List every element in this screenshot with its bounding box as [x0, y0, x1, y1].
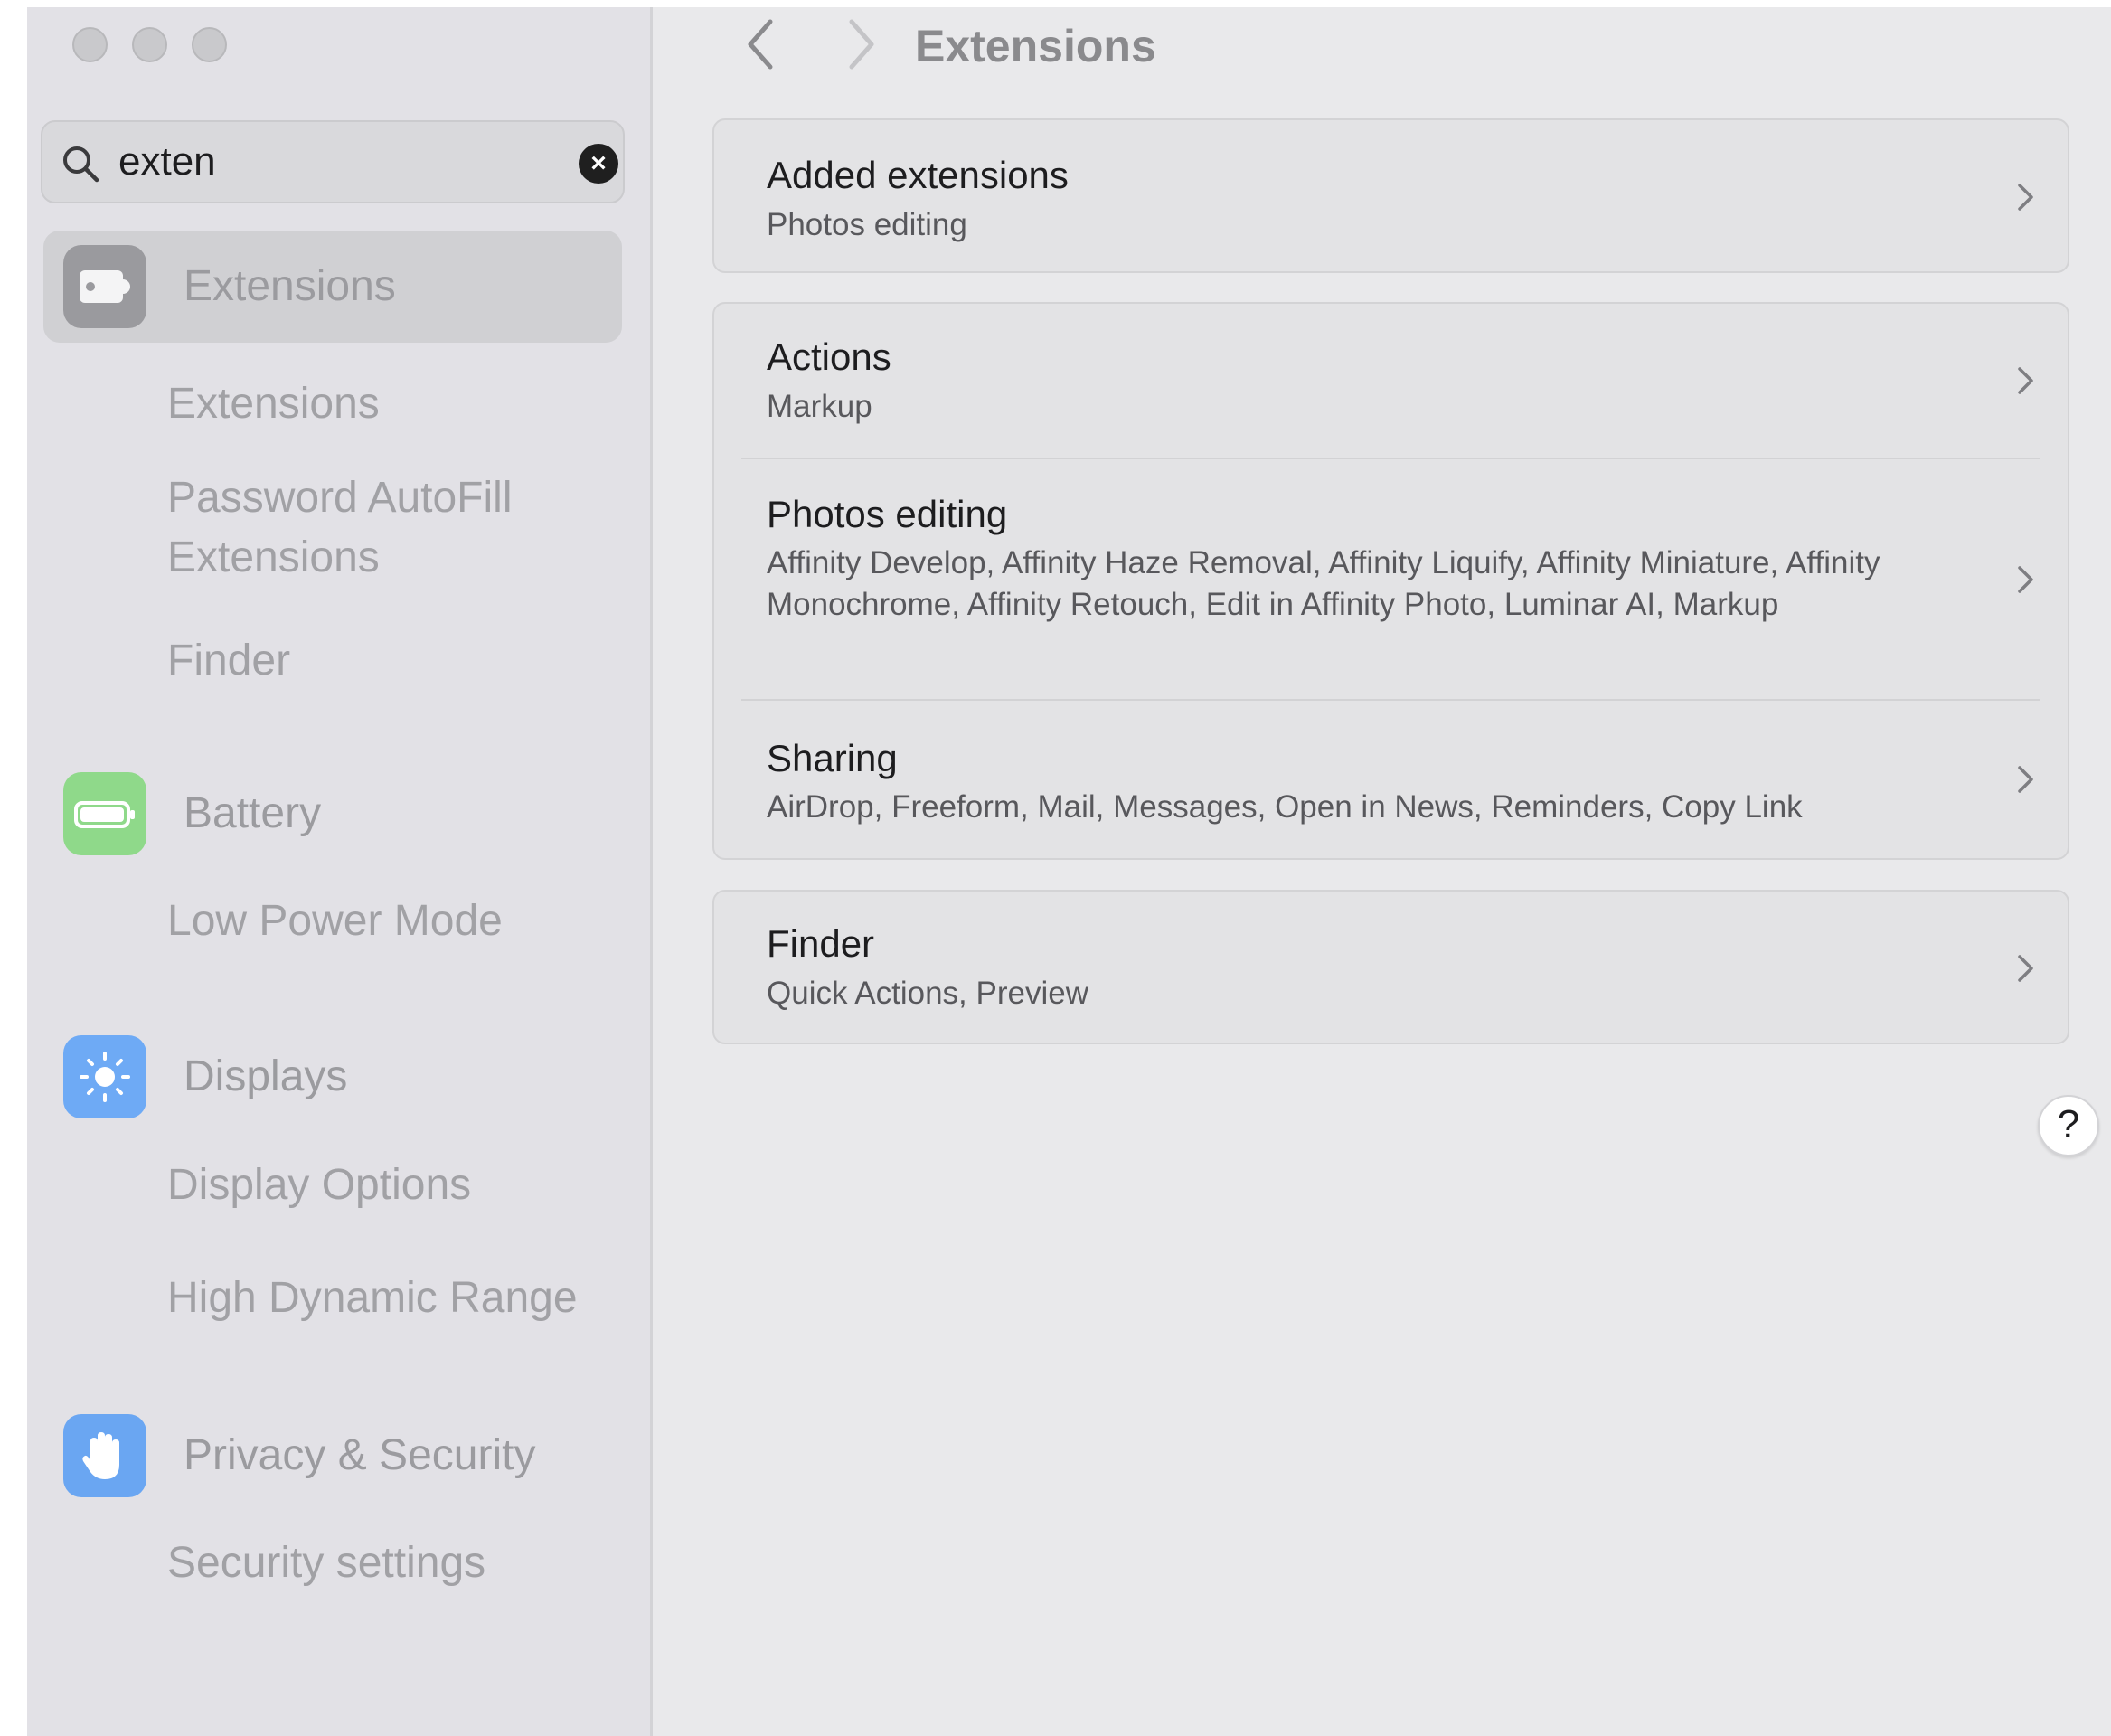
forward-button[interactable]: [834, 13, 888, 76]
sidebar-subitem-security-settings[interactable]: Security settings: [167, 1533, 628, 1593]
battery-icon: [63, 772, 146, 855]
row-title: Sharing: [767, 737, 898, 779]
sidebar-subitem-password-autofill-extensions[interactable]: Password AutoFill Extensions: [167, 468, 628, 588]
sidebar-item-label: Battery: [184, 789, 322, 837]
row-subtitle: Quick Actions, Preview: [767, 976, 1088, 1011]
chevron-right-icon: [2012, 358, 2039, 403]
chevron-right-icon: [2012, 946, 2039, 991]
chevron-left-icon: [748, 19, 773, 70]
sidebar-item-battery[interactable]: Battery: [43, 758, 622, 870]
row-title: Actions: [767, 335, 891, 378]
sidebar-subitem-high-dynamic-range[interactable]: High Dynamic Range: [167, 1269, 628, 1328]
chevron-right-icon: [2012, 175, 2039, 220]
row-title: Finder: [767, 922, 875, 965]
minimize-window-button[interactable]: [132, 27, 167, 62]
added-extensions-card: Added extensions Photos editing: [712, 118, 2069, 273]
chevron-right-icon: [2012, 757, 2039, 802]
row-subtitle: Photos editing: [767, 207, 967, 242]
row-subtitle: Markup: [767, 389, 872, 424]
zoom-window-button[interactable]: [192, 27, 227, 62]
sidebar-subitem-low-power-mode[interactable]: Low Power Mode: [167, 892, 628, 951]
clear-search-icon[interactable]: ×: [579, 144, 618, 184]
row-actions[interactable]: Actions Markup: [714, 304, 2068, 459]
sun-icon: [63, 1035, 146, 1118]
settings-window: × Extensions Extensions Password AutoFil…: [27, 7, 2111, 1736]
chevron-right-icon: [2012, 557, 2039, 602]
row-subtitle: AirDrop, Freeform, Mail, Messages, Open …: [767, 789, 1803, 825]
sidebar-item-label: Extensions: [184, 262, 396, 310]
row-title: Added extensions: [767, 154, 1069, 196]
hand-icon: [63, 1414, 146, 1497]
sidebar-item-extensions[interactable]: Extensions: [43, 231, 622, 343]
search-icon: [63, 146, 99, 183]
finder-card: Finder Quick Actions, Preview: [712, 890, 2069, 1044]
row-subtitle: Affinity Develop, Affinity Haze Removal,…: [767, 545, 1880, 622]
sidebar-item-privacy-security[interactable]: Privacy & Security: [43, 1400, 622, 1512]
row-finder[interactable]: Finder Quick Actions, Preview: [714, 892, 2068, 1043]
search-field[interactable]: ×: [41, 120, 625, 203]
extension-types-card: Actions Markup Photos editing Affinity D…: [712, 302, 2069, 860]
page-title: Extensions: [915, 21, 1156, 71]
sidebar-subitem-finder[interactable]: Finder: [167, 631, 628, 691]
sidebar: × Extensions Extensions Password AutoFil…: [27, 7, 653, 1736]
back-button[interactable]: [734, 13, 788, 76]
row-photos-editing[interactable]: Photos editing Affinity Develop, Affinit…: [714, 459, 2068, 700]
sidebar-item-displays[interactable]: Displays: [43, 1021, 622, 1133]
row-added-extensions[interactable]: Added extensions Photos editing: [714, 120, 2068, 271]
close-window-button[interactable]: [72, 27, 108, 62]
sidebar-item-label: Displays: [184, 1052, 348, 1100]
sidebar-item-label: Privacy & Security: [184, 1431, 536, 1479]
search-input[interactable]: [118, 135, 543, 189]
main-content: Extensions Added extensions Photos editi…: [653, 7, 2111, 1736]
sidebar-subitem-extensions[interactable]: Extensions: [167, 374, 628, 434]
row-sharing[interactable]: Sharing AirDrop, Freeform, Mail, Message…: [714, 700, 2068, 858]
sidebar-subitem-display-options[interactable]: Display Options: [167, 1156, 628, 1215]
row-title: Photos editing: [767, 493, 1008, 535]
puzzle-piece-icon: [63, 245, 146, 328]
chevron-right-icon: [849, 19, 874, 70]
help-button[interactable]: ?: [2038, 1095, 2099, 1156]
